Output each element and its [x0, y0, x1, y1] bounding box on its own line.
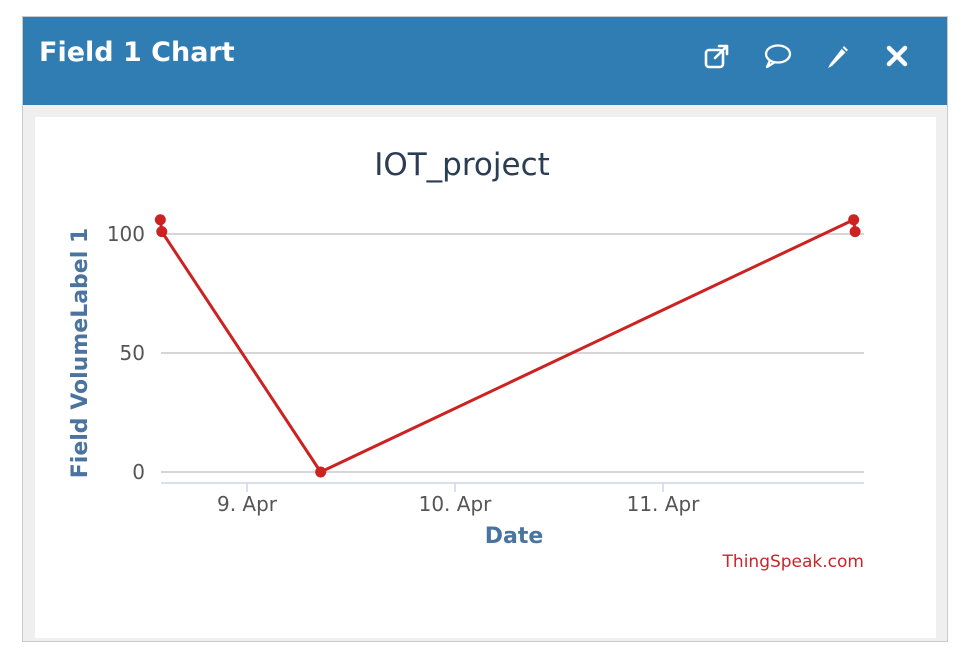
y-axis-label: Field VolumeLabel 1	[68, 228, 93, 478]
data-point[interactable]	[315, 466, 327, 478]
y-tick-label: 0	[132, 460, 145, 484]
data-point[interactable]	[156, 226, 168, 238]
panel-header: Field 1 Chart	[23, 17, 947, 105]
x-tick-label: 9. Apr	[217, 492, 278, 516]
data-point[interactable]	[849, 226, 861, 238]
comment-icon[interactable]	[761, 39, 795, 73]
close-icon[interactable]	[880, 39, 914, 73]
y-tick-label: 50	[120, 341, 145, 365]
chart-title: IOT_project	[374, 147, 550, 183]
series-line	[158, 218, 857, 474]
x-tick-label: 10. Apr	[419, 492, 493, 516]
x-tick-label: 11. Apr	[627, 492, 701, 516]
data-point[interactable]	[154, 214, 166, 226]
chart-panel: Field 1 Chart IOT_project Field VolumeLa…	[22, 16, 948, 642]
external-link-icon[interactable]	[700, 39, 734, 73]
thingspeak-credit-link[interactable]: ThingSpeak.com	[722, 552, 864, 572]
line-chart: IOT_project Field VolumeLabel 1 Date 0 50…	[68, 147, 864, 572]
pencil-icon[interactable]	[821, 39, 855, 73]
x-axis-label: Date	[485, 524, 544, 549]
chart-card: IOT_project Field VolumeLabel 1 Date 0 50…	[35, 117, 936, 638]
data-point[interactable]	[848, 214, 860, 226]
y-tick-label: 100	[107, 222, 145, 246]
panel-title: Field 1 Chart	[39, 37, 235, 68]
